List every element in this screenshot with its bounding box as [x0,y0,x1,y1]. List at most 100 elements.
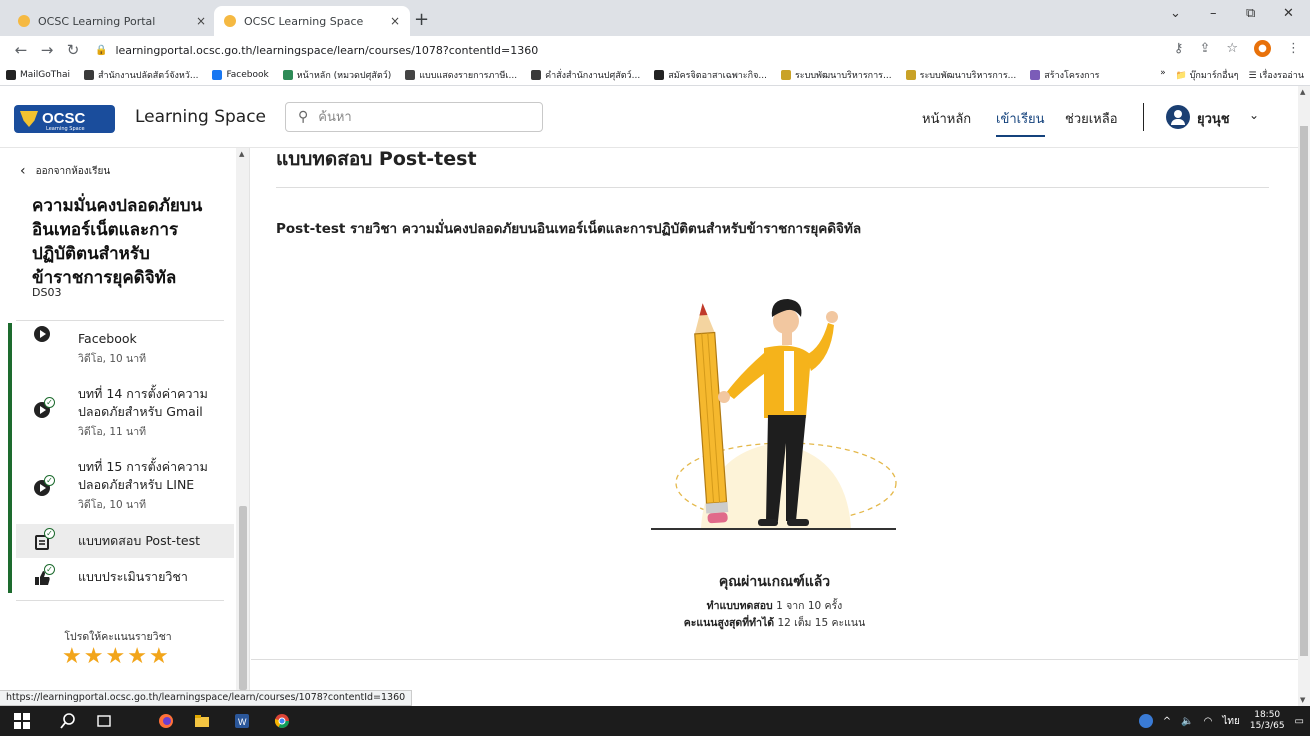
bookmark-item[interactable]: สำนักงานปลัดสัตว์จังหวั... [83,68,198,82]
course-code: DS03 [32,286,62,299]
user-avatar-icon[interactable] [1166,105,1190,129]
scroll-up-icon[interactable]: ▲ [1300,88,1305,96]
word-icon[interactable]: W [234,713,250,729]
address-bar-row: ← → ↻ 🔒 learningportal.ocsc.go.th/learni… [0,36,1310,64]
reading-list[interactable]: ☰ เรื่องรออ่าน [1249,68,1305,82]
lesson-item[interactable]: ✓ บทที่ 14 การตั้งค่าความปลอดภัยสำหรับ G… [16,378,234,440]
title-divider [276,187,1269,188]
bookmark-item[interactable]: สมัครจิตอาสาเฉพาะกิจ... [654,68,767,82]
windows-start-icon[interactable] [14,713,30,729]
bookmark-item[interactable]: คำสั่งสำนักงานปศุสัตว์... [531,68,640,82]
page-scrollbar[interactable]: ▲ ▼ [1298,86,1310,706]
bookmark-item[interactable]: หน้าหลัก (หมวดปศุสัตว์) [282,68,391,82]
star-icon[interactable]: ★ [62,646,82,668]
speaker-icon[interactable]: 🔈 [1181,716,1193,727]
sidebar-divider [16,600,224,601]
lesson-item-evaluation[interactable]: ✓ แบบประเมินรายวิชา [16,560,234,594]
bookmark-star-icon[interactable]: ☆ [1226,41,1238,56]
close-tab-icon[interactable]: × [196,14,206,28]
ocsc-shield-icon [20,111,38,127]
reload-icon[interactable]: ↻ [60,41,86,59]
nav-learn[interactable]: เข้าเรียน [996,108,1045,137]
star-icon[interactable]: ★ [84,646,104,668]
new-tab-button[interactable]: + [414,9,429,30]
search-icon[interactable] [60,713,76,729]
bookmark-item[interactable]: สร้างโครงการ [1030,68,1099,82]
quiz-completed-icon: ✓ [34,528,56,555]
lock-icon: 🔒 [95,44,108,56]
back-arrow-icon[interactable]: ← [8,41,34,59]
chevron-down-icon[interactable]: ⌄ [1249,108,1259,122]
search-box[interactable]: ⚲ [285,102,543,132]
bookmark-item[interactable]: ระบบพัฒนาบริหารการ... [905,68,1016,82]
url-omnibox[interactable]: 🔒 learningportal.ocsc.go.th/learningspac… [95,40,1155,60]
close-tab-icon[interactable]: × [390,14,400,28]
sidebar-scrollbar[interactable]: ▲ [236,148,249,690]
minimize-button[interactable]: – [1210,6,1217,21]
bookmark-item[interactable]: Facebook [212,69,269,80]
bookmark-item[interactable]: แบบแสดงรายการภาษีเ... [405,68,517,82]
share-icon[interactable]: ⇪ [1199,41,1210,56]
status-bar-url: https://learningportal.ocsc.go.th/learni… [0,690,413,706]
site-title: Learning Space [135,107,267,127]
scrollbar-thumb[interactable] [1300,126,1308,656]
star-icon[interactable]: ★ [127,646,147,668]
rating-label: โปรดให้คะแนนรายวิชา [64,631,172,643]
nav-help[interactable]: ช่วยเหลือ [1065,108,1118,129]
lesson-item[interactable]: ✓ บทที่ 15 การตั้งค่าความปลอดภัยสำหรับ L… [16,450,234,514]
help-icon[interactable] [1138,714,1153,728]
bookmark-favicon-icon [83,69,94,80]
bookmark-favicon-icon [905,69,916,80]
firefox-icon[interactable] [158,713,174,729]
chevron-left-icon: ‹ [20,163,26,179]
close-window-button[interactable]: ✕ [1283,6,1294,21]
search-input[interactable] [318,109,519,125]
content-bottom-divider [251,659,1298,660]
wifi-icon[interactable]: ◠ [1204,716,1213,727]
tab-search-icon[interactable]: ⌄ [1170,6,1181,21]
star-icon[interactable]: ★ [149,646,169,668]
scroll-down-icon[interactable]: ▼ [1300,696,1305,704]
course-sidebar: ‹ ออกจากห้องเรียน ความมั่นคงปลอดภัยบนอิน… [0,148,250,690]
bookmark-favicon-icon [780,69,791,80]
bookmark-favicon-icon [6,69,16,80]
scroll-up-icon[interactable]: ▲ [239,150,244,158]
task-view-icon[interactable] [96,713,112,729]
course-title: ความมั่นคงปลอดภัยบนอินเทอร์เน็ตและการปฏิ… [32,196,203,288]
leave-classroom-link[interactable]: ‹ ออกจากห้องเรียน [20,163,110,179]
other-bookmarks[interactable]: 📁 บุ๊กมาร์กอื่นๆ [1176,68,1239,82]
maximize-button[interactable]: ⧉ [1246,6,1255,21]
notification-icon[interactable]: ▭ [1295,716,1304,727]
play-video-completed-icon: ✓ [34,397,56,424]
star-icon[interactable]: ★ [105,646,125,668]
browser-tab-active[interactable]: OCSC Learning Space × [214,6,410,36]
bookmark-item[interactable]: MailGoThai [6,69,70,80]
file-explorer-icon[interactable] [194,713,210,729]
profile-avatar-icon[interactable]: ● [1254,40,1271,57]
chrome-icon[interactable] [274,713,290,729]
forward-arrow-icon[interactable]: → [34,41,60,59]
bookmark-item[interactable]: ระบบพัฒนาบริหารการ... [780,68,892,82]
ocsc-logo[interactable]: OCSC Learning Space [14,105,115,133]
user-name[interactable]: ยุวนุช [1197,108,1230,129]
bookmark-favicon-icon [654,69,665,80]
lesson-item-post-test[interactable]: ✓ แบบทดสอบ Post-test [16,524,234,558]
nav-home[interactable]: หน้าหลัก [922,108,971,129]
svg-text:W: W [238,717,247,727]
language-indicator[interactable]: ไทย [1222,714,1239,729]
chevron-up-icon[interactable]: ^ [1163,716,1171,727]
play-video-completed-icon: ✓ [34,475,56,502]
browser-tab[interactable]: OCSC Learning Portal × [8,6,216,36]
browser-tab-bar: OCSC Learning Portal × OCSC Learning Spa… [0,0,1310,36]
key-icon[interactable]: ⚷ [1174,41,1184,56]
thumbs-up-completed-icon: ✓ [34,564,56,591]
scrollbar-thumb[interactable] [239,506,247,690]
rating-stars[interactable]: ★ ★ ★ ★ ★ [62,646,169,668]
clock[interactable]: 18:50 15/3/65 [1250,710,1285,732]
menu-kebab-icon[interactable]: ⋮ [1287,41,1300,56]
bookmarks-more-icon[interactable]: » [1160,68,1166,82]
bookmarks-bar: MailGoThai สำนักงานปลัดสัตว์จังหวั... Face… [0,64,1310,86]
lesson-item[interactable]: Facebook วิดีโอ, 10 นาที [16,320,234,370]
page-title: แบบทดสอบ Post-test [276,148,477,170]
system-tray: ^ 🔈 ◠ ไทย 18:50 15/3/65 ▭ [1138,706,1304,736]
